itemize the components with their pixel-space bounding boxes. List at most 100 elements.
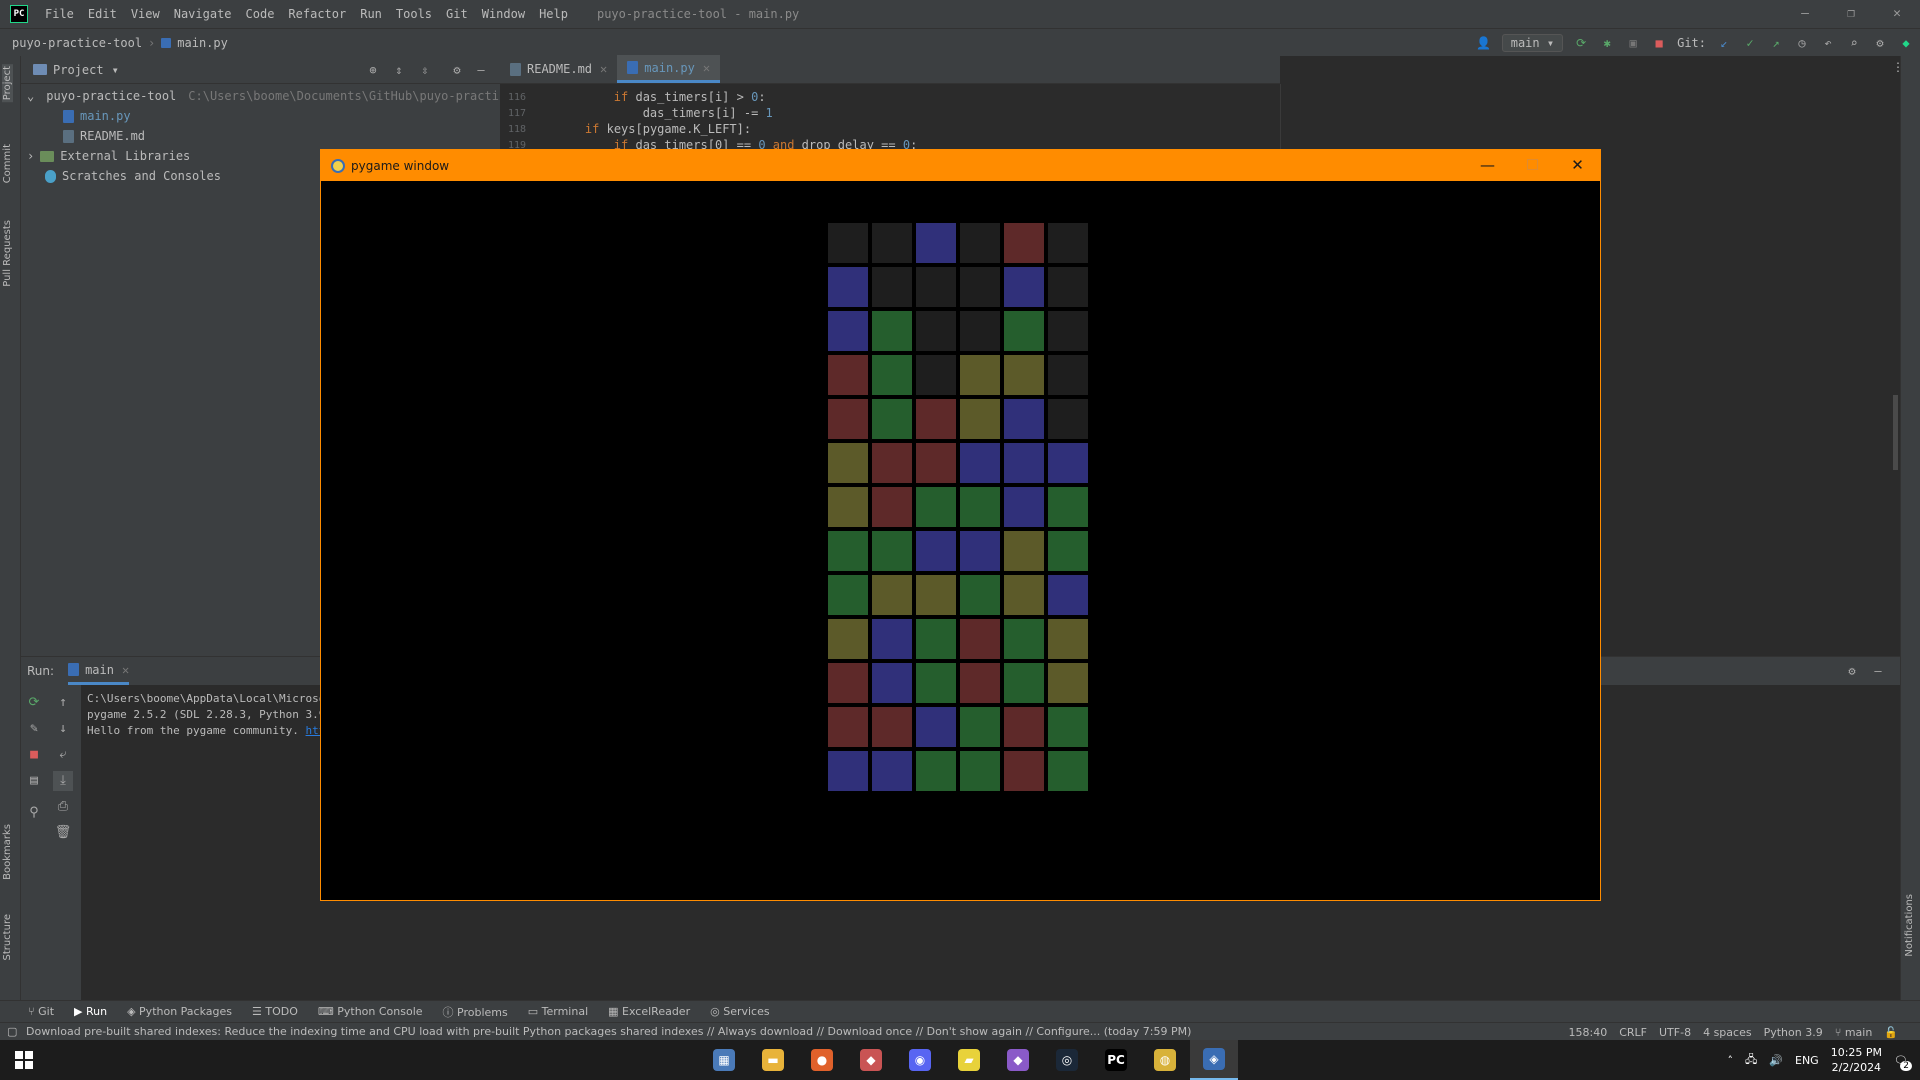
search-icon[interactable]: ⌕ — [1846, 35, 1862, 51]
print-icon[interactable]: ⎙ — [53, 797, 73, 817]
tool-button-terminal[interactable]: ▭ Terminal — [528, 1005, 588, 1018]
restore-icon[interactable]: ❐ — [1828, 0, 1874, 28]
close-icon[interactable]: ✕ — [122, 663, 129, 677]
locate-icon[interactable]: ⊕ — [365, 62, 381, 78]
console-output[interactable]: C:\Users\boome\AppData\Local\Microsoft\ … — [87, 691, 345, 739]
debug-icon[interactable]: ✱ — [1599, 35, 1615, 51]
indent-setting[interactable]: 4 spaces — [1703, 1026, 1752, 1039]
expand-all-icon[interactable]: ⇕ — [391, 62, 407, 78]
notification-center-icon[interactable]: 🗨 2 — [1894, 1054, 1912, 1071]
start-button[interactable] — [0, 1040, 48, 1080]
menu-item-git[interactable]: Git — [439, 7, 475, 21]
taskbar-app-app-4[interactable]: ◆ — [847, 1040, 895, 1080]
status-icon[interactable]: ▢ — [7, 1025, 17, 1038]
menu-item-file[interactable]: File — [38, 7, 81, 21]
rerun-icon[interactable]: ⟳ — [24, 693, 44, 713]
pygame-window[interactable]: pygame window — ☐ ✕ — [320, 149, 1601, 901]
history-icon[interactable]: ◷ — [1794, 35, 1810, 51]
menu-item-refactor[interactable]: Refactor — [281, 7, 353, 21]
close-icon[interactable]: ✕ — [1874, 0, 1920, 28]
stop-icon[interactable]: ■ — [24, 745, 44, 765]
network-icon[interactable]: 🖧 — [1745, 1051, 1757, 1070]
menu-item-tools[interactable]: Tools — [389, 7, 439, 21]
run-config-tab[interactable]: main ✕ — [68, 657, 130, 685]
code-area[interactable]: 116 if das_timers[i] > 0:117 das_timers[… — [500, 84, 1280, 153]
menu-item-view[interactable]: View — [124, 7, 167, 21]
git-branch-widget[interactable]: ⑂ main — [1835, 1026, 1873, 1039]
coverage-icon[interactable]: ▣ — [1625, 35, 1641, 51]
tree-item-readme[interactable]: README.md — [21, 126, 500, 146]
breadcrumb-project[interactable]: puyo-practice-tool — [12, 36, 142, 50]
tool-button-problems[interactable]: ⓘ Problems — [443, 1004, 508, 1020]
tab-readme[interactable]: README.md ✕ — [500, 55, 617, 83]
git-push-icon[interactable]: ↗ — [1768, 35, 1784, 51]
soft-wrap-icon[interactable]: ⤶ — [53, 745, 73, 765]
tree-item-root[interactable]: ⌄ puyo-practice-tool C:\Users\boome\Docu… — [21, 86, 550, 106]
taskbar-app-pycharm[interactable]: PC — [1092, 1040, 1140, 1080]
more-options-icon[interactable]: ⋮ — [1892, 60, 1904, 74]
chevron-down-icon[interactable]: ▾ — [112, 63, 119, 77]
pygame-titlebar[interactable]: pygame window — ☐ ✕ — [321, 150, 1600, 181]
breadcrumb-file[interactable]: main.py — [177, 36, 228, 50]
file-encoding[interactable]: UTF-8 — [1659, 1026, 1691, 1039]
run-config-selector[interactable]: main ▾ — [1501, 34, 1564, 52]
gear-icon[interactable]: ⚙ — [1872, 35, 1888, 51]
hide-panel-icon[interactable]: — — [1870, 663, 1886, 679]
gear-icon[interactable]: ⚙ — [1844, 663, 1860, 679]
taskbar-app-calculator[interactable]: ▦ — [700, 1040, 748, 1080]
menu-item-navigate[interactable]: Navigate — [167, 7, 239, 21]
tab-commit[interactable]: Commit — [2, 144, 13, 183]
language-indicator[interactable]: ENG — [1795, 1054, 1819, 1067]
taskbar-app-discord[interactable]: ◉ — [896, 1040, 944, 1080]
close-icon[interactable]: ✕ — [703, 61, 710, 75]
gear-icon[interactable]: ⚙ — [449, 62, 465, 78]
taskbar-app-file-explorer[interactable]: ▬ — [749, 1040, 797, 1080]
taskbar-app-python[interactable]: ◈ — [1190, 1040, 1238, 1080]
close-icon[interactable]: ✕ — [600, 62, 607, 76]
interpreter[interactable]: Python 3.9 — [1764, 1026, 1823, 1039]
caret-position[interactable]: 158:40 — [1569, 1026, 1608, 1039]
lock-icon[interactable]: 🔓 — [1884, 1026, 1898, 1039]
project-panel-title[interactable]: Project — [53, 63, 104, 77]
collapse-all-icon[interactable]: ⇳ — [417, 62, 433, 78]
tab-main-py[interactable]: main.py ✕ — [617, 55, 721, 83]
taskbar-app-sticky-notes[interactable]: ▰ — [945, 1040, 993, 1080]
wrench-icon[interactable]: ✎ — [24, 719, 44, 739]
minimize-icon[interactable]: — — [1465, 150, 1510, 181]
git-update-icon[interactable]: ↙ — [1716, 35, 1732, 51]
tool-button-todo[interactable]: ☰ TODO — [252, 1005, 298, 1018]
pin-icon[interactable]: ⚲ — [24, 803, 44, 823]
tab-structure[interactable]: Structure — [2, 914, 13, 961]
status-message[interactable]: Download pre-built shared indexes: Reduc… — [26, 1025, 1191, 1038]
git-commit-icon[interactable]: ✓ — [1742, 35, 1758, 51]
close-icon[interactable]: ✕ — [1555, 150, 1600, 181]
taskbar-app-steam[interactable]: ◎ — [1043, 1040, 1091, 1080]
tool-button-git[interactable]: ⑂ Git — [28, 1005, 54, 1018]
trash-icon[interactable]: 🗑 — [53, 823, 73, 843]
menu-item-help[interactable]: Help — [532, 7, 575, 21]
volume-icon[interactable]: 🔊 — [1769, 1054, 1783, 1067]
chevron-up-icon[interactable]: ˄ — [1728, 1054, 1734, 1067]
tab-pull-requests[interactable]: Pull Requests — [2, 220, 13, 287]
tool-button-excelreader[interactable]: ▦ ExcelReader — [608, 1005, 690, 1018]
tool-button-python-console[interactable]: ⌨ Python Console — [318, 1005, 423, 1018]
tree-item-main-py[interactable]: main.py — [21, 106, 500, 126]
scroll-to-end-icon[interactable]: ⤓ — [53, 771, 73, 791]
tool-button-services[interactable]: ◎ Services — [710, 1005, 770, 1018]
rerun-icon[interactable]: ⟳ — [1573, 35, 1589, 51]
tool-button-python-packages[interactable]: ◈ Python Packages — [127, 1005, 232, 1018]
tab-project[interactable]: Project — [2, 64, 13, 103]
arrow-down-icon[interactable]: ↓ — [53, 719, 73, 739]
editor-scrollbar[interactable] — [1893, 395, 1898, 470]
taskbar-app-firefox[interactable]: ● — [798, 1040, 846, 1080]
menu-item-edit[interactable]: Edit — [81, 7, 124, 21]
taskbar-app-osu[interactable]: ◍ — [1141, 1040, 1189, 1080]
clock[interactable]: 10:25 PM 2/2/2024 — [1831, 1045, 1882, 1075]
stop-icon[interactable]: ■ — [1651, 35, 1667, 51]
tool-button-run[interactable]: ▶ Run — [74, 1005, 107, 1018]
taskbar-app-app-7[interactable]: ◆ — [994, 1040, 1042, 1080]
user-icon[interactable]: 👤 — [1476, 35, 1492, 51]
tab-notifications[interactable]: Notifications — [1904, 894, 1915, 957]
menu-item-code[interactable]: Code — [239, 7, 282, 21]
arrow-up-icon[interactable]: ↑ — [53, 693, 73, 713]
